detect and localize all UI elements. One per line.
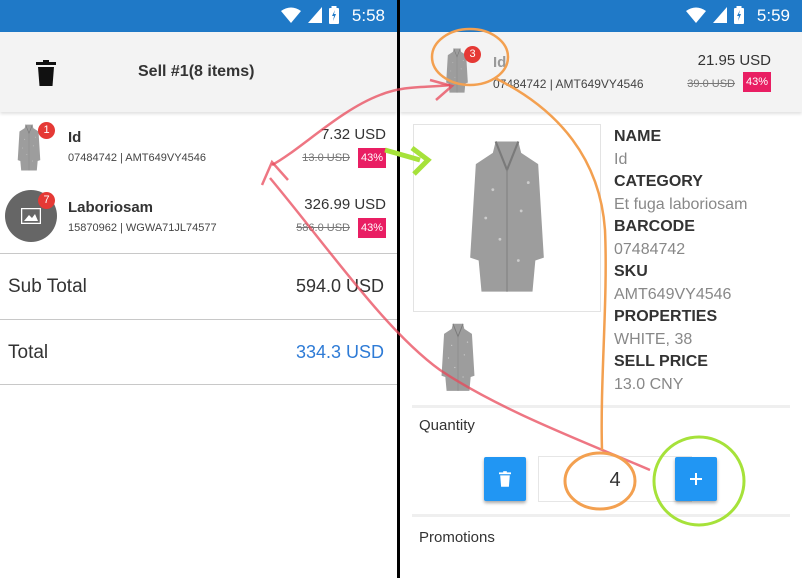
subtotal-value: 594.0 USD	[295, 276, 384, 296]
item-detail-screen: 5:59 3 Id 07484742 | AMT649VY4546 21.95 …	[400, 0, 802, 578]
item-codes: 15870962 | WGWA71JL74577	[68, 222, 217, 234]
signal-icon	[308, 7, 322, 23]
detail-key: PROPERTIES	[614, 308, 718, 325]
item-old-price: 39.0 USD	[687, 78, 735, 90]
quantity-stepper[interactable]: 4	[538, 456, 692, 502]
increment-button[interactable]	[675, 457, 717, 501]
wifi-icon	[281, 7, 301, 23]
status-time: 5:58	[351, 6, 385, 25]
item-codes: 07484742 | AMT649VY4546	[493, 77, 644, 91]
product-image[interactable]	[413, 124, 601, 312]
detail-key: BARCODE	[614, 218, 695, 235]
wifi-icon	[686, 7, 706, 23]
status-bar: 5:58	[0, 0, 397, 32]
quantity-label: Quantity	[419, 417, 475, 434]
battery-icon	[329, 6, 339, 24]
discount-badge: 43%	[357, 148, 386, 168]
detail-key: SELL PRICE	[614, 353, 708, 370]
item-codes: 07484742 | AMT649VY4546	[68, 152, 207, 164]
detail-value: Id	[614, 151, 628, 168]
trash-icon	[499, 471, 511, 487]
plus-icon	[690, 473, 702, 485]
item-name: Laboriosam	[68, 199, 154, 216]
detail-key: CATEGORY	[614, 173, 703, 190]
detail-value: WHITE, 38	[614, 331, 693, 348]
delete-button[interactable]	[484, 457, 526, 501]
item-price: 326.99 USD	[304, 196, 386, 213]
item-price: 21.95 USD	[697, 52, 771, 69]
status-bar: 5:59	[400, 0, 802, 32]
divider	[412, 514, 790, 517]
detail-value: AMT649VY4546	[614, 286, 732, 303]
coat-image	[462, 133, 552, 303]
item-old-price: 586.0 USD	[296, 222, 350, 234]
item-price: 7.32 USD	[320, 126, 386, 143]
detail-value: 13.0 CNY	[614, 376, 684, 393]
subtotal-label: Sub Total	[8, 276, 87, 297]
coat-image	[438, 320, 478, 396]
product-details: NAME Id CATEGORY Et fuga laboriosam BARC…	[614, 127, 747, 397]
item-old-price: 13.0 USD	[302, 152, 350, 164]
subtotal-row: Sub Total 594.0 USD	[0, 253, 397, 319]
quantity-value[interactable]: 4	[539, 469, 691, 492]
battery-icon	[734, 6, 744, 24]
total-row: Total 334.3 USD	[0, 319, 397, 385]
discount-badge: 43%	[357, 218, 386, 238]
image-placeholder-icon	[21, 208, 41, 224]
product-image-thumbnail[interactable]	[438, 320, 478, 396]
list-item[interactable]: 1 Id 07484742 | AMT649VY4546 7.32 USD 13…	[0, 112, 397, 184]
detail-value: 07484742	[614, 241, 686, 258]
page-title: Sell #1(8 items)	[138, 63, 255, 80]
sell-list-screen: 5:58 Sell #1(8 items) 1 Id 07484742 | AM…	[0, 0, 397, 578]
signal-icon	[713, 7, 727, 23]
count-badge: 1	[38, 122, 55, 139]
item-name: Id	[68, 129, 82, 146]
count-badge: 3	[464, 46, 481, 63]
total-label: Total	[8, 342, 49, 363]
toolbar: Sell #1(8 items)	[0, 32, 397, 112]
detail-key: NAME	[614, 128, 662, 145]
count-badge: 7	[38, 192, 55, 209]
divider	[412, 405, 790, 408]
promotions-label: Promotions	[419, 529, 495, 546]
status-time: 5:59	[756, 6, 790, 25]
item-name: Id	[493, 54, 507, 71]
detail-key: SKU	[614, 263, 648, 280]
detail-value: Et fuga laboriosam	[614, 196, 748, 213]
list-item[interactable]: 7 Laboriosam 15870962 | WGWA71JL74577 32…	[0, 182, 397, 254]
discount-badge: 43%	[742, 72, 771, 92]
item-header: 3 Id 07484742 | AMT649VY4546 21.95 USD 3…	[400, 32, 802, 112]
trash-icon[interactable]	[36, 60, 56, 86]
total-value: 334.3 USD	[295, 342, 384, 362]
